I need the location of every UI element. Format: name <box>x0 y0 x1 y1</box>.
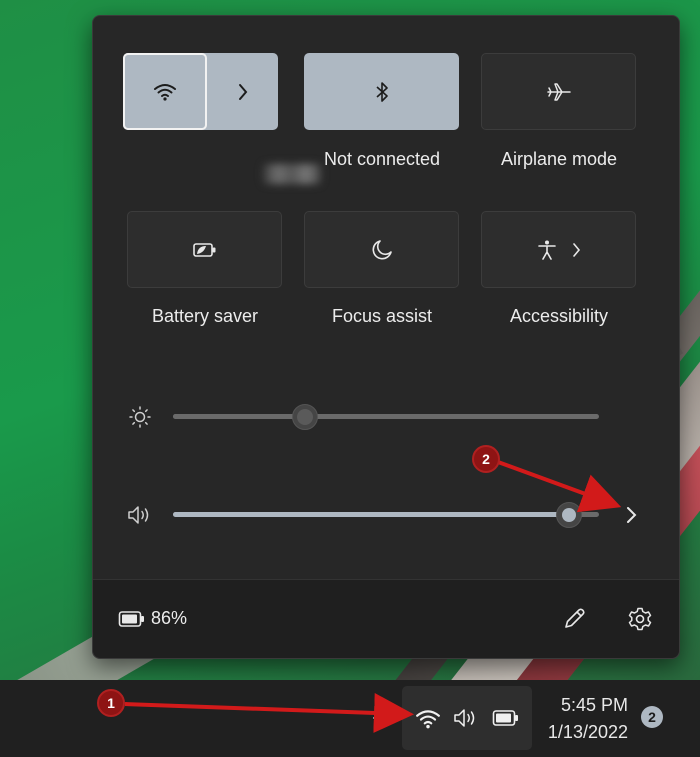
wifi-icon <box>416 710 440 729</box>
volume-slider-fill <box>173 512 570 517</box>
accessibility-label: Accessibility <box>509 306 609 326</box>
quick-settings-panel: Not connected Airplane mode Battery save… <box>92 15 680 659</box>
wifi-icon <box>154 83 176 101</box>
system-tray-group[interactable] <box>402 686 532 750</box>
brightness-slider-fill <box>173 414 306 419</box>
airplane-mode-label: Airplane mode <box>500 149 618 169</box>
moon-icon <box>372 239 392 259</box>
clock-time: 5:45 PM <box>560 695 628 715</box>
chevron-up-icon[interactable] <box>372 708 386 722</box>
bluetooth-label: Not connected <box>323 149 441 169</box>
focus-assist-label: Focus assist <box>331 306 433 326</box>
bluetooth-tile[interactable] <box>304 53 459 130</box>
speaker-icon <box>128 506 149 524</box>
gear-icon[interactable] <box>627 606 653 632</box>
brightness-slider[interactable] <box>173 414 599 419</box>
annotation-marker-1: 1 <box>97 689 125 717</box>
chevron-right-icon <box>572 242 580 257</box>
wifi-tile <box>123 53 278 130</box>
quick-settings-footer: 86% <box>93 579 679 658</box>
battery-saver-tile[interactable] <box>127 211 282 288</box>
volume-expand-button[interactable] <box>625 506 639 524</box>
focus-assist-tile[interactable] <box>304 211 459 288</box>
volume-slider[interactable] <box>173 512 599 517</box>
wifi-expand-button[interactable] <box>207 53 278 130</box>
volume-slider-thumb[interactable] <box>556 502 583 528</box>
accessibility-tile[interactable] <box>481 211 636 288</box>
chevron-right-icon <box>238 83 247 100</box>
annotation-marker-2: 2 <box>472 445 500 473</box>
battery-saver-icon <box>192 242 215 257</box>
battery-saver-label: Battery saver <box>151 306 259 326</box>
brightness-slider-thumb[interactable] <box>292 404 319 430</box>
battery-icon <box>492 710 518 726</box>
notification-badge[interactable]: 2 <box>641 706 663 728</box>
battery-percentage[interactable]: 86% <box>151 608 187 629</box>
battery-icon <box>118 611 144 627</box>
brightness-icon <box>129 406 151 428</box>
wifi-toggle-button[interactable] <box>123 53 207 130</box>
clock-date: 1/13/2022 <box>547 722 628 742</box>
airplane-icon <box>546 82 571 101</box>
pencil-icon[interactable] <box>561 606 587 632</box>
speaker-icon <box>454 709 475 727</box>
accessibility-icon <box>537 240 556 260</box>
bluetooth-icon <box>375 81 388 102</box>
airplane-mode-tile[interactable] <box>481 53 636 130</box>
